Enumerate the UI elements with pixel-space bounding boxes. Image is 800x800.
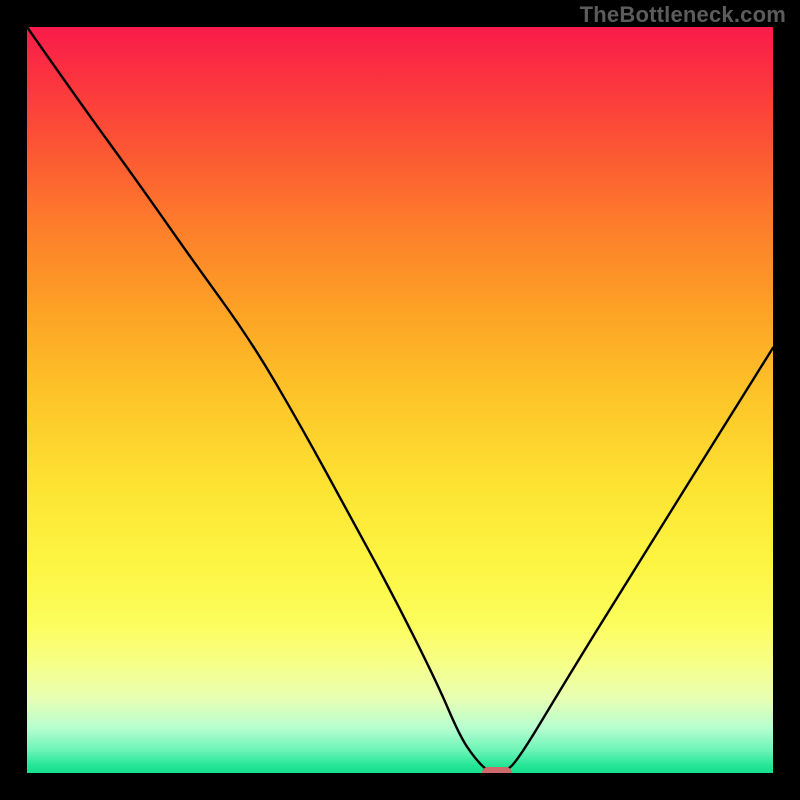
optimum-marker [482,767,512,773]
chart-frame: TheBottleneck.com [0,0,800,800]
plot-area [27,27,773,773]
curve-svg [27,27,773,773]
bottleneck-curve [27,27,773,773]
attribution-text: TheBottleneck.com [580,2,786,28]
